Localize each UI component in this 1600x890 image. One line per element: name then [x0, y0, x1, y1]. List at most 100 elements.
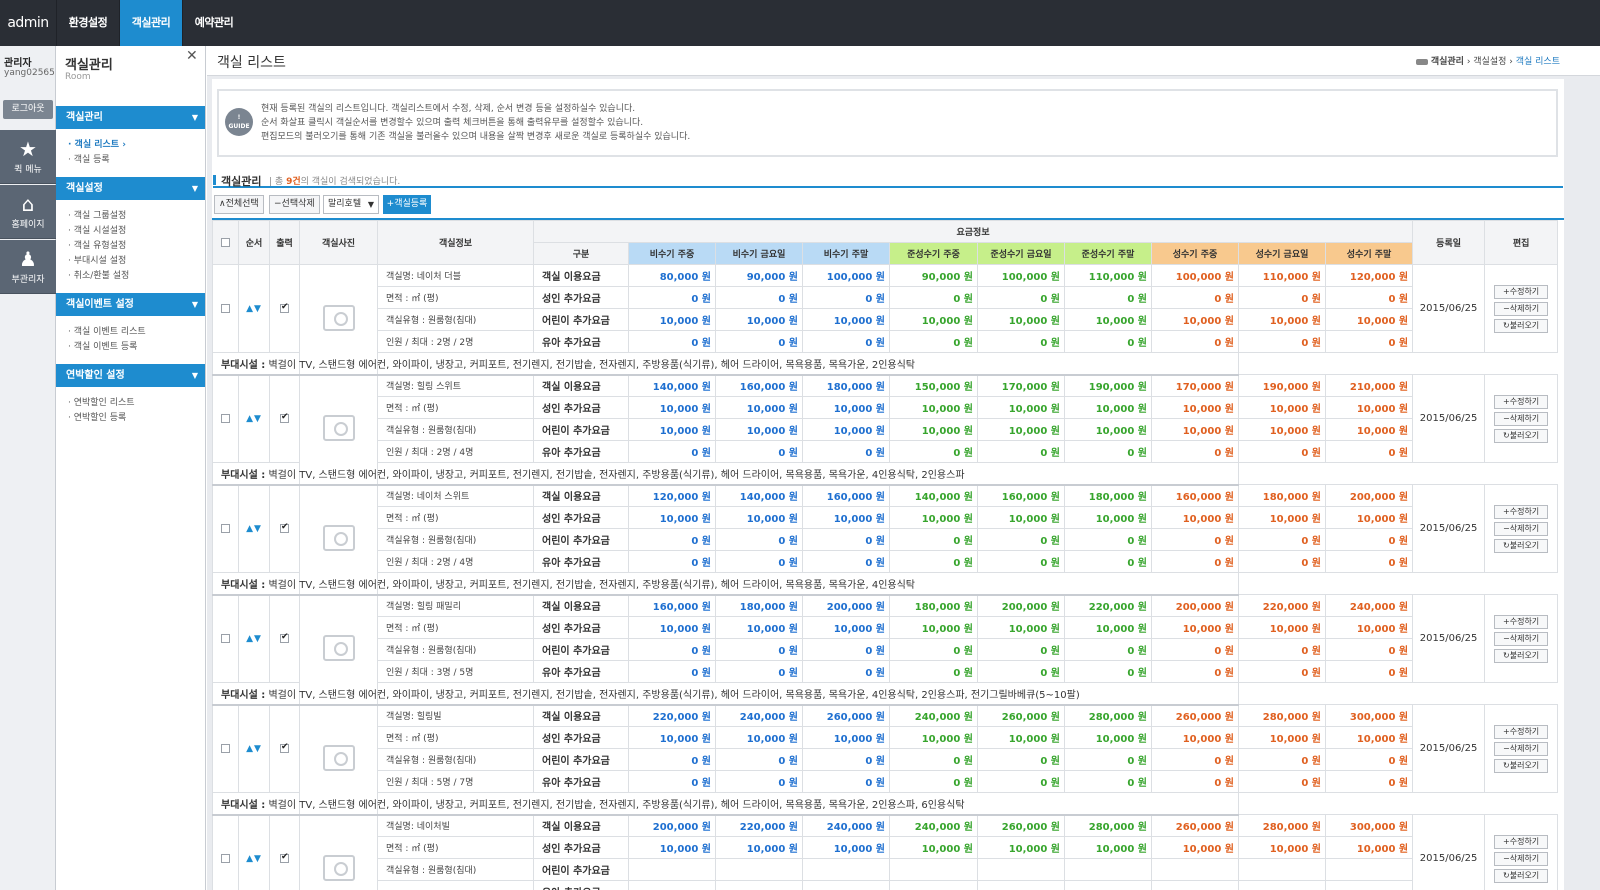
- homepage-button[interactable]: ⌂ 홈페이지: [0, 185, 56, 239]
- price-cell: 0 원: [802, 550, 890, 573]
- price-cell: 10,000 원: [1238, 506, 1326, 529]
- price-cell: 10,000 원: [1238, 308, 1326, 331]
- chevron-down-icon: ▼: [191, 300, 198, 309]
- edit-button[interactable]: +수정하기: [1494, 614, 1549, 629]
- price-cell: 10,000 원: [1151, 308, 1239, 331]
- quick-menu-button[interactable]: ★ 퀵 메뉴: [0, 130, 56, 184]
- sidebar-item-discount-register[interactable]: · 연박할인 등록: [68, 410, 126, 423]
- delete-selected-button[interactable]: −선택삭제: [269, 195, 320, 214]
- price-cell: 10,000 원: [889, 418, 978, 441]
- output-checkbox[interactable]: [280, 852, 289, 863]
- delete-button[interactable]: −삭제하기: [1494, 301, 1549, 316]
- load-button[interactable]: ↻불러오기: [1494, 318, 1549, 333]
- load-button[interactable]: ↻불러오기: [1494, 758, 1549, 773]
- order-arrows[interactable]: ▲▼: [238, 374, 270, 463]
- delete-button[interactable]: −삭제하기: [1494, 521, 1549, 536]
- output-checkbox[interactable]: [280, 742, 289, 753]
- delete-button[interactable]: −삭제하기: [1494, 411, 1549, 426]
- price-cell: 0 원: [1064, 550, 1152, 573]
- price-cell: 0 원: [1064, 638, 1152, 661]
- row-checkbox[interactable]: [221, 853, 230, 863]
- facility-cell: 부대시설 : 벽걸이 TV, 스탠드형 에어컨, 와이파이, 냉장고, 커피포트…: [212, 792, 1239, 816]
- order-arrows-icon[interactable]: ▲▼: [246, 744, 262, 754]
- order-arrows[interactable]: ▲▼: [238, 594, 270, 683]
- sidebar-item-room-register[interactable]: · 객실 등록: [68, 152, 110, 165]
- order-arrows-icon[interactable]: ▲▼: [246, 414, 262, 424]
- row-checkbox[interactable]: [221, 523, 230, 533]
- output-checkbox[interactable]: [280, 302, 289, 313]
- sidebar-item-amenity-settings[interactable]: · 부대시설 설정: [68, 253, 126, 266]
- price-cell: 200,000 원: [1151, 594, 1239, 617]
- sidebar-item-group-settings[interactable]: · 객실 그룹설정: [68, 208, 126, 221]
- price-cell: 0 원: [802, 286, 890, 309]
- output-checkbox[interactable]: [280, 632, 289, 643]
- edit-button[interactable]: +수정하기: [1494, 504, 1549, 519]
- output-checkbox[interactable]: [280, 412, 289, 423]
- select-all-button[interactable]: ∧전체선택: [214, 195, 264, 214]
- sidebar-item-refund-settings[interactable]: · 취소/환불 설정: [68, 268, 129, 281]
- close-icon[interactable]: ✕: [186, 48, 198, 64]
- register-room-button[interactable]: +객실등록: [383, 195, 431, 214]
- price-cell: 120,000 원: [628, 484, 716, 507]
- order-arrows-icon[interactable]: ▲▼: [246, 854, 262, 864]
- sidebar-group-room-management[interactable]: 객실관리 ▼: [56, 106, 205, 129]
- facility-label: 부대시설 :: [221, 469, 266, 481]
- reg-date: 2015/06/25: [1412, 814, 1486, 890]
- room-info: 객실유형 : 원룸형(침대): [377, 858, 534, 881]
- delete-button[interactable]: −삭제하기: [1494, 741, 1549, 756]
- output-checkbox[interactable]: [280, 522, 289, 533]
- price-cell: 10,000 원: [1064, 836, 1152, 859]
- row-checkbox-cell: [212, 814, 239, 890]
- app-logo[interactable]: admin: [0, 0, 56, 46]
- breadcrumb-item[interactable]: 객실관리: [1431, 57, 1464, 67]
- row-checkbox[interactable]: [221, 633, 230, 643]
- load-button[interactable]: ↻불러오기: [1494, 428, 1549, 443]
- topmenu-room-management[interactable]: 객실관리: [119, 0, 182, 46]
- sidebar-item-room-list[interactable]: · 객실 리스트 ›: [68, 137, 126, 150]
- logout-button[interactable]: 로그아웃: [3, 100, 53, 119]
- table-row: ▲▼ 객실명: 힐링 스위트객실 이용요금140,000 원160,000 원18…: [212, 374, 1559, 485]
- price-cell: 0 원: [1064, 330, 1152, 353]
- edit-button[interactable]: +수정하기: [1494, 834, 1549, 849]
- edit-button[interactable]: +수정하기: [1494, 724, 1549, 739]
- order-arrows[interactable]: ▲▼: [238, 484, 270, 573]
- row-checkbox[interactable]: [221, 303, 230, 313]
- price-label: 어린이 추가요금: [533, 418, 629, 441]
- order-arrows[interactable]: ▲▼: [238, 814, 270, 890]
- order-arrows-icon[interactable]: ▲▼: [246, 524, 262, 534]
- delete-button[interactable]: −삭제하기: [1494, 631, 1549, 646]
- topmenu-reservation[interactable]: 예약관리: [182, 0, 245, 46]
- sidebar-item-type-settings[interactable]: · 객실 유형설정: [68, 238, 126, 251]
- edit-button[interactable]: +수정하기: [1494, 284, 1549, 299]
- order-arrows-icon[interactable]: ▲▼: [246, 634, 262, 644]
- sidebar-item-event-list[interactable]: · 객실 이벤트 리스트: [68, 324, 146, 337]
- sidebar-group-room-settings[interactable]: 객실설정 ▼: [56, 177, 205, 200]
- room-info: 객실유형 : 원룸형(침대): [377, 418, 534, 441]
- load-button[interactable]: ↻불러오기: [1494, 538, 1549, 553]
- load-button[interactable]: ↻불러오기: [1494, 648, 1549, 663]
- edit-button[interactable]: +수정하기: [1494, 394, 1549, 409]
- breadcrumb-item[interactable]: 객실설정: [1473, 57, 1506, 67]
- sidebar-item-discount-list[interactable]: · 연박할인 리스트: [68, 395, 135, 408]
- header-output: 출력: [269, 220, 300, 265]
- price-cell: 10,000 원: [1151, 726, 1239, 749]
- order-arrows[interactable]: ▲▼: [238, 704, 270, 793]
- price-cell: 10,000 원: [977, 506, 1065, 529]
- order-arrows-icon[interactable]: ▲▼: [246, 304, 262, 314]
- sidebar: 객실관리 Room ✕ 객실관리 ▼ · 객실 리스트 › · 객실 등록 객실설…: [56, 46, 206, 890]
- sidebar-group-event-settings[interactable]: 객실이벤트 설정 ▼: [56, 293, 205, 316]
- hotel-select[interactable]: 말리호텔 ▼: [323, 195, 379, 214]
- topmenu-settings[interactable]: 환경설정: [56, 0, 119, 46]
- order-arrows[interactable]: ▲▼: [238, 264, 270, 353]
- row-checkbox[interactable]: [221, 413, 230, 423]
- sub-admin-button[interactable]: ♟ 부관리자: [0, 240, 56, 294]
- load-button[interactable]: ↻불러오기: [1494, 868, 1549, 883]
- sidebar-item-event-register[interactable]: · 객실 이벤트 등록: [68, 339, 137, 352]
- row-checkbox[interactable]: [221, 743, 230, 753]
- sidebar-group-discount-settings[interactable]: 연박할인 설정 ▼: [56, 364, 205, 387]
- delete-button[interactable]: −삭제하기: [1494, 851, 1549, 866]
- admin-id: yang02565: [4, 68, 55, 78]
- section-title: 객실관리: [221, 175, 262, 188]
- sidebar-item-facility-settings[interactable]: · 객실 시설설정: [68, 223, 126, 236]
- select-all-checkbox[interactable]: [221, 237, 230, 247]
